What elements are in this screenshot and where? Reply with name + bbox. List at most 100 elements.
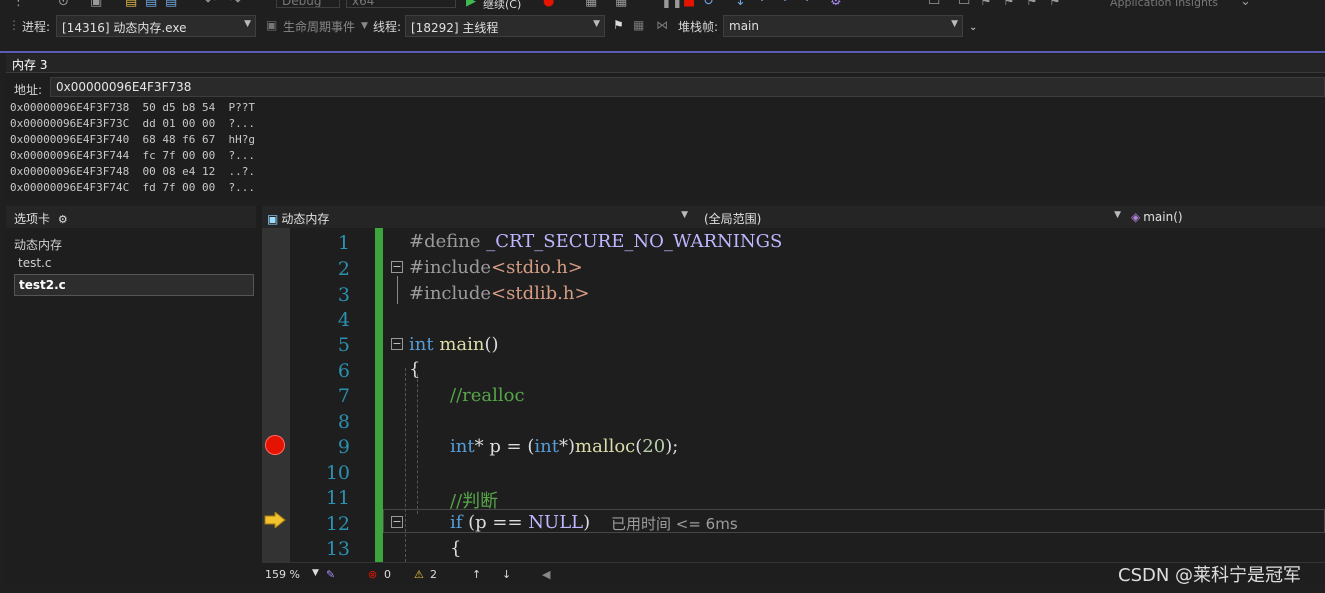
- back-icon[interactable]: ⊙: [58, 0, 69, 9]
- method-icon: ◈: [1131, 210, 1141, 224]
- watermark: CSDN @莱科宁是冠军: [1118, 565, 1302, 586]
- step-icon[interactable]: ·: [805, 0, 809, 9]
- code-health-icon[interactable]: ✎: [326, 568, 335, 581]
- line-number: 11: [325, 487, 350, 509]
- bookmark-clear-icon[interactable]: ⚑: [1049, 0, 1061, 9]
- line-number: 5: [337, 334, 350, 356]
- scroll-left-icon[interactable]: ◀: [542, 568, 550, 581]
- stack-frame-label: 堆栈帧:: [678, 20, 719, 34]
- step-out-icon[interactable]: ·: [783, 0, 787, 9]
- threads-icon[interactable]: ▦: [633, 18, 644, 32]
- line-number: 3: [337, 284, 350, 306]
- continue-icon[interactable]: ▶: [466, 0, 476, 9]
- continue-button[interactable]: 继续(C): [483, 0, 521, 12]
- memory-row[interactable]: 0x00000096E4F3F74C fd 7f 00 00 ?...: [10, 181, 255, 194]
- lifecycle-icon: ▣: [266, 18, 278, 32]
- diagnostics-icon[interactable]: ⚙: [830, 0, 842, 9]
- chevron-down-icon: ▼: [951, 19, 958, 29]
- save-all-icon[interactable]: ▤: [165, 0, 177, 9]
- debug-location-toolbar: ⋮ 进程: [14316] 动态内存.exe ▼ ▣ 生命周期事件 ▼ 线程: […: [0, 12, 1325, 42]
- stop-circle-icon[interactable]: ●: [543, 0, 554, 9]
- app-insights-button[interactable]: Application Insights: [1110, 0, 1218, 9]
- gear-icon[interactable]: ⚙: [58, 213, 68, 226]
- undo-icon[interactable]: ↶: [205, 0, 216, 9]
- memory-window-title[interactable]: 内存 3: [6, 54, 1325, 73]
- panel-divider: [0, 51, 1325, 53]
- redo-icon[interactable]: ↷: [230, 0, 241, 9]
- bookmark-next-icon[interactable]: ⚑: [1026, 0, 1038, 9]
- code-line: int main(): [409, 334, 499, 355]
- bookmark-prev-icon[interactable]: ⚑: [1003, 0, 1015, 9]
- address-label: 地址:: [14, 83, 43, 97]
- breakpoint-icon[interactable]: [265, 435, 285, 455]
- code-line: //realloc: [450, 385, 525, 406]
- indent-guide: [405, 368, 406, 562]
- elapsed-time-tip: 已用时间 <= 6ms: [611, 515, 738, 533]
- toolbar-icon[interactable]: ⋮: [12, 0, 25, 9]
- error-icon[interactable]: ⊗: [368, 568, 377, 581]
- stack-frame-select[interactable]: main ▼: [723, 15, 963, 37]
- code-editor[interactable]: − − − #define _CRT_SECURE_NO_WARNINGS #i…: [383, 228, 1325, 562]
- chevron-down-icon: ▼: [244, 19, 251, 29]
- code-line: if (p == NULL): [450, 512, 591, 533]
- error-count[interactable]: 0: [384, 568, 391, 581]
- code-line: #include<stdlib.h>: [409, 283, 590, 304]
- line-number: 1: [337, 232, 350, 254]
- step-into-icon[interactable]: ↓: [735, 0, 746, 9]
- memory-window: 内存 3 地址: 0x00000096E4F3F738 0x00000096E4…: [6, 54, 1325, 200]
- memory-row[interactable]: 0x00000096E4F3F73C dd 01 00 00 ?...: [10, 117, 255, 130]
- pause-icon[interactable]: ❚❚: [661, 0, 683, 9]
- filter-icon[interactable]: ⋈: [656, 18, 668, 32]
- tabs-panel-header: 选项卡 ⚙: [6, 206, 256, 228]
- open-folder-icon[interactable]: ▤: [125, 0, 137, 9]
- chevron-down-icon: ▼: [593, 19, 600, 29]
- hot-reload-options-icon[interactable]: ▦: [615, 0, 627, 9]
- project-select[interactable]: ▣ 动态内存 ▼: [262, 207, 692, 227]
- comment-icon[interactable]: ▭: [928, 0, 940, 9]
- flag-icon[interactable]: ⚑: [613, 18, 624, 32]
- memory-row[interactable]: 0x00000096E4F3F738 50 d5 b8 54 P??T: [10, 101, 255, 114]
- member-select[interactable]: ◈ main(): [1126, 207, 1325, 227]
- stop-icon[interactable]: ■: [683, 0, 695, 9]
- line-number: 8: [337, 411, 350, 433]
- thread-select[interactable]: [18292] 主线程 ▼: [405, 15, 605, 37]
- collapse-icon[interactable]: −: [391, 516, 403, 528]
- toolbar-overflow-icon[interactable]: ⌄: [1240, 0, 1251, 9]
- address-input[interactable]: 0x00000096E4F3F738: [50, 77, 1325, 97]
- bookmark-icon[interactable]: ⚑: [980, 0, 992, 9]
- chevron-down-icon[interactable]: ▼: [312, 568, 319, 578]
- prev-issue-icon[interactable]: ↑: [472, 568, 481, 581]
- lifecycle-events-button[interactable]: 生命周期事件: [283, 18, 355, 35]
- project-icon: ▣: [267, 212, 279, 226]
- new-file-icon[interactable]: ▣: [90, 0, 102, 9]
- memory-row[interactable]: 0x00000096E4F3F748 00 08 e4 12 ..?.: [10, 165, 255, 178]
- config-combo[interactable]: Debug: [276, 0, 340, 8]
- next-issue-icon[interactable]: ↓: [502, 568, 511, 581]
- step-over-icon[interactable]: ·: [760, 0, 764, 9]
- collapse-icon[interactable]: −: [391, 338, 403, 350]
- chevron-down-icon: ▼: [361, 21, 368, 31]
- uncomment-icon[interactable]: ▭: [958, 0, 970, 9]
- tab-group-label: 动态内存: [14, 238, 63, 252]
- line-number: 4: [337, 309, 350, 331]
- scope-select[interactable]: (全局范围) ▼: [699, 207, 1125, 227]
- toolbar-overflow-icon[interactable]: ⌄: [969, 22, 977, 33]
- process-select[interactable]: [14316] 动态内存.exe ▼: [56, 15, 256, 37]
- warning-count[interactable]: 2: [430, 568, 437, 581]
- tab-item-test2-c[interactable]: test2.c: [14, 274, 254, 296]
- tabs-panel: 选项卡 ⚙ 动态内存 test.c test2.c: [6, 206, 256, 586]
- fold-guide: [397, 276, 398, 304]
- hot-reload-icon[interactable]: ▦: [585, 0, 597, 9]
- code-line: {: [450, 538, 462, 559]
- zoom-select[interactable]: 159 %: [265, 568, 300, 581]
- save-icon[interactable]: ▤: [145, 0, 157, 9]
- restart-icon[interactable]: ↻: [703, 0, 714, 9]
- current-statement-arrow-icon: [264, 512, 286, 528]
- memory-row[interactable]: 0x00000096E4F3F740 68 48 f6 67 hH?g: [10, 133, 255, 146]
- main-area: 选项卡 ⚙ 动态内存 test.c test2.c ▣ 动态内存 ▼ (全局范围) ▼…: [6, 206, 1325, 586]
- warning-icon[interactable]: ⚠: [414, 568, 424, 581]
- platform-combo[interactable]: x64: [346, 0, 456, 8]
- memory-row[interactable]: 0x00000096E4F3F744 fc 7f 00 00 ?...: [10, 149, 255, 162]
- tab-item-test-c[interactable]: test.c: [18, 256, 51, 270]
- collapse-icon[interactable]: −: [391, 261, 403, 273]
